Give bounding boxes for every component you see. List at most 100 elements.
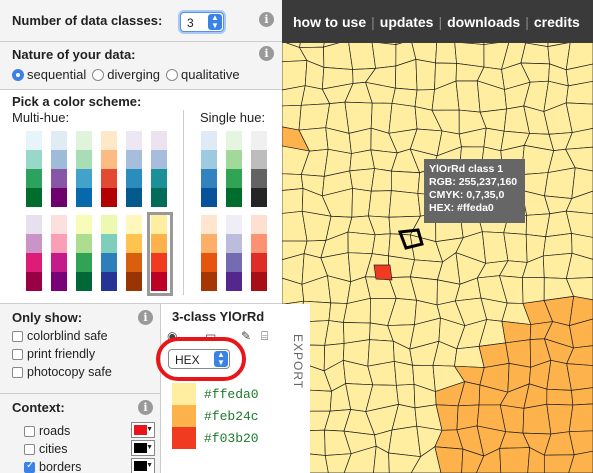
- context-borders[interactable]: borders: [24, 460, 81, 473]
- checkbox-label: colorblind safe: [27, 329, 108, 343]
- checkbox[interactable]: [12, 330, 23, 342]
- county[interactable]: [388, 190, 421, 218]
- county[interactable]: [347, 231, 376, 255]
- cities-color-dropdown[interactable]: ▼: [131, 440, 155, 456]
- pencil-icon[interactable]: ✎: [241, 329, 251, 343]
- county[interactable]: [282, 173, 304, 191]
- scheme-swatch[interactable]: [76, 131, 92, 207]
- info-icon[interactable]: i: [138, 310, 153, 325]
- county[interactable]: [522, 277, 545, 304]
- county-highlight-red[interactable]: [373, 264, 393, 281]
- county[interactable]: [282, 104, 302, 131]
- radio-diverging[interactable]: diverging: [92, 67, 160, 82]
- county[interactable]: [388, 102, 418, 134]
- checkbox[interactable]: [24, 443, 35, 455]
- checkbox[interactable]: [24, 460, 35, 473]
- county[interactable]: [282, 60, 308, 91]
- county[interactable]: [455, 80, 481, 113]
- county[interactable]: [522, 403, 552, 435]
- county[interactable]: [351, 188, 372, 218]
- checkbox[interactable]: [12, 348, 23, 360]
- county[interactable]: [349, 149, 375, 172]
- radio-sequential[interactable]: sequential: [12, 67, 86, 82]
- nav-credits[interactable]: credits: [529, 14, 585, 30]
- county[interactable]: [390, 170, 421, 194]
- context-roads[interactable]: roads: [24, 424, 70, 438]
- info-icon[interactable]: i: [259, 12, 274, 27]
- county[interactable]: [282, 188, 304, 214]
- county[interactable]: [520, 42, 550, 65]
- county[interactable]: [409, 259, 444, 281]
- format-select[interactable]: HEX ▲ ▼: [168, 349, 230, 369]
- county[interactable]: [566, 363, 593, 391]
- county[interactable]: [544, 167, 576, 199]
- county[interactable]: [388, 425, 421, 458]
- choropleth-map[interactable]: [282, 0, 593, 473]
- scheme-swatch[interactable]: [51, 215, 67, 291]
- scheme-swatch[interactable]: [126, 215, 142, 291]
- county[interactable]: [499, 447, 531, 473]
- scheme-swatch[interactable]: [226, 215, 242, 291]
- scheme-swatch[interactable]: [226, 131, 242, 207]
- county[interactable]: [367, 190, 392, 218]
- swatch-cell: [76, 253, 92, 272]
- swatch-cell: [101, 131, 117, 150]
- hex-code[interactable]: #feb24c: [204, 409, 259, 424]
- context-cities[interactable]: cities: [24, 442, 67, 456]
- hex-code[interactable]: #f03b20: [204, 431, 259, 446]
- county[interactable]: [370, 168, 392, 192]
- info-icon[interactable]: i: [259, 46, 274, 61]
- scheme-swatch[interactable]: [26, 131, 42, 207]
- county[interactable]: [298, 103, 331, 131]
- scheme-swatch[interactable]: [201, 131, 217, 207]
- scheme-swatch[interactable]: [51, 131, 67, 207]
- county[interactable]: [347, 39, 376, 70]
- scheme-swatch[interactable]: [151, 131, 167, 207]
- radio-button[interactable]: [12, 68, 24, 81]
- scheme-swatch[interactable]: [76, 215, 92, 291]
- filter-print[interactable]: print friendly: [12, 347, 160, 361]
- radio-qualitative[interactable]: qualitative: [166, 67, 240, 82]
- county[interactable]: [571, 387, 593, 406]
- borders-color-dropdown[interactable]: ▼: [131, 458, 155, 473]
- county[interactable]: [542, 233, 573, 257]
- county[interactable]: [415, 58, 436, 91]
- color-chip: [134, 425, 147, 435]
- book-icon[interactable]: ⌸: [261, 329, 268, 344]
- scheme-swatch[interactable]: [101, 215, 117, 291]
- filter-colorblind[interactable]: colorblind safe: [12, 329, 160, 343]
- county[interactable]: [393, 360, 415, 386]
- roads-color-dropdown[interactable]: ▼: [131, 422, 155, 438]
- county[interactable]: [546, 403, 574, 435]
- county[interactable]: [546, 388, 574, 406]
- radio-button[interactable]: [166, 68, 179, 81]
- classes-select[interactable]: 3 ▲ ▼: [180, 12, 224, 32]
- county[interactable]: [568, 403, 593, 433]
- format-select-value: HEX: [175, 353, 200, 367]
- swatch-cell: [26, 234, 42, 253]
- scheme-swatch[interactable]: [251, 131, 267, 207]
- county-map-svg[interactable]: [282, 0, 593, 473]
- scheme-swatch[interactable]: [201, 215, 217, 291]
- county[interactable]: [371, 41, 397, 69]
- info-icon[interactable]: i: [138, 400, 153, 415]
- filter-photocopy[interactable]: photocopy safe: [12, 365, 160, 379]
- scheme-swatch[interactable]: [101, 131, 117, 207]
- county[interactable]: [454, 41, 485, 68]
- color-swatch: [172, 405, 196, 427]
- radio-button[interactable]: [92, 68, 105, 81]
- checkbox[interactable]: [12, 366, 23, 378]
- county[interactable]: [371, 233, 391, 257]
- county[interactable]: [501, 320, 532, 344]
- swatch-cell: [201, 253, 217, 272]
- scheme-swatch[interactable]: [126, 131, 142, 207]
- nav-how-to-use[interactable]: how to use: [288, 14, 371, 30]
- county[interactable]: [349, 168, 375, 192]
- swatch-cell: [201, 234, 217, 253]
- checkbox[interactable]: [24, 425, 35, 437]
- nav-updates[interactable]: updates: [375, 14, 439, 30]
- hex-code[interactable]: #ffeda0: [204, 387, 259, 402]
- nav-downloads[interactable]: downloads: [442, 14, 525, 30]
- scheme-swatch[interactable]: [251, 215, 267, 291]
- scheme-swatch[interactable]: [26, 215, 42, 291]
